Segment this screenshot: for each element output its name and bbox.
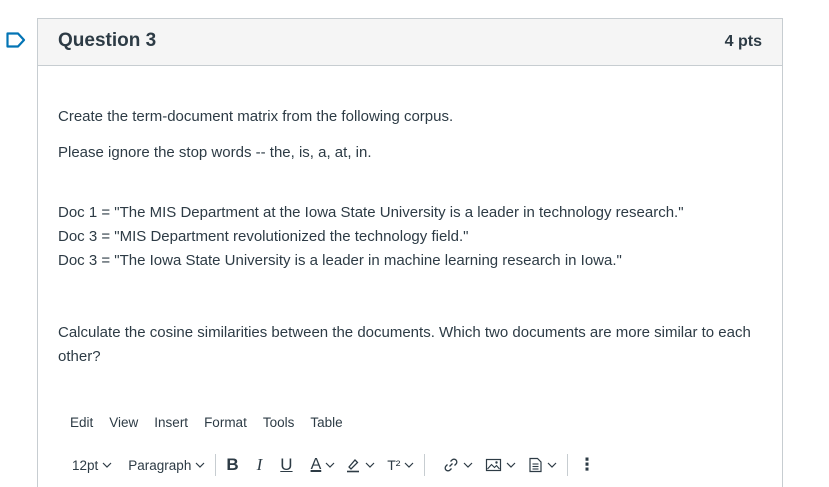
underline-button[interactable]: U — [280, 455, 292, 475]
menu-insert[interactable]: Insert — [154, 415, 188, 430]
menu-edit[interactable]: Edit — [70, 415, 93, 430]
question-card: Question 3 4 pts Create the term-documen… — [37, 18, 783, 487]
chevron-down-icon — [464, 462, 473, 468]
question-followup: Calculate the cosine similarities betwee… — [58, 324, 751, 365]
block-format-value: Paragraph — [128, 457, 192, 473]
menu-tools[interactable]: Tools — [263, 415, 295, 430]
chevron-down-icon — [548, 462, 557, 468]
menu-view[interactable]: View — [109, 415, 138, 430]
corpus-doc-2: Doc 3 = "MIS Department revolutionized t… — [58, 228, 469, 245]
highlighter-icon — [347, 459, 360, 473]
font-size-value: 12pt — [72, 457, 99, 473]
superscript-label: T² — [387, 457, 401, 473]
text-color-label: A — [310, 456, 322, 473]
corpus-doc-1: Doc 1 = "The MIS Department at the Iowa … — [58, 204, 684, 221]
link-icon — [444, 458, 458, 472]
image-button[interactable] — [485, 457, 516, 473]
block-format-select[interactable]: Paragraph — [128, 458, 205, 473]
menu-format[interactable]: Format — [204, 415, 247, 430]
image-icon — [486, 458, 502, 472]
italic-button[interactable]: I — [257, 455, 263, 475]
chevron-down-icon — [325, 462, 335, 468]
toolbar-divider — [424, 454, 426, 476]
toolbar-divider — [215, 454, 217, 476]
toolbar-divider — [567, 454, 569, 476]
highlight-button[interactable] — [345, 457, 375, 473]
menu-table[interactable]: Table — [310, 415, 342, 430]
question-points: 4 pts — [724, 33, 762, 50]
bold-button[interactable]: B — [226, 455, 238, 475]
editor-toolbar: 12pt Paragraph B I U A T² ⋮ — [72, 453, 595, 477]
chevron-down-icon — [102, 462, 112, 468]
font-size-select[interactable]: 12pt — [72, 458, 112, 473]
chevron-down-icon — [365, 462, 375, 468]
question-title: Question 3 — [58, 30, 157, 51]
document-button[interactable] — [528, 457, 557, 473]
corpus-doc-3: Doc 3 = "The Iowa State University is a … — [58, 252, 622, 269]
more-vertical-icon[interactable]: ⋮ — [578, 455, 595, 475]
question-header: Question 3 4 pts — [38, 19, 782, 66]
superscript-button[interactable]: T² — [387, 457, 414, 473]
question-prompt: Create the term-document matrix from the… — [58, 108, 454, 125]
chevron-down-icon — [507, 462, 516, 468]
text-color-button[interactable]: A — [311, 456, 336, 474]
question-instruction: Please ignore the stop words -- the, is,… — [58, 144, 372, 161]
chevron-down-icon — [195, 462, 205, 468]
link-button[interactable] — [443, 457, 473, 473]
chevron-down-icon — [405, 462, 414, 468]
document-icon — [529, 457, 543, 473]
flag-icon[interactable] — [6, 32, 26, 48]
editor-menubar: Edit View Insert Format Tools Table — [70, 415, 343, 430]
